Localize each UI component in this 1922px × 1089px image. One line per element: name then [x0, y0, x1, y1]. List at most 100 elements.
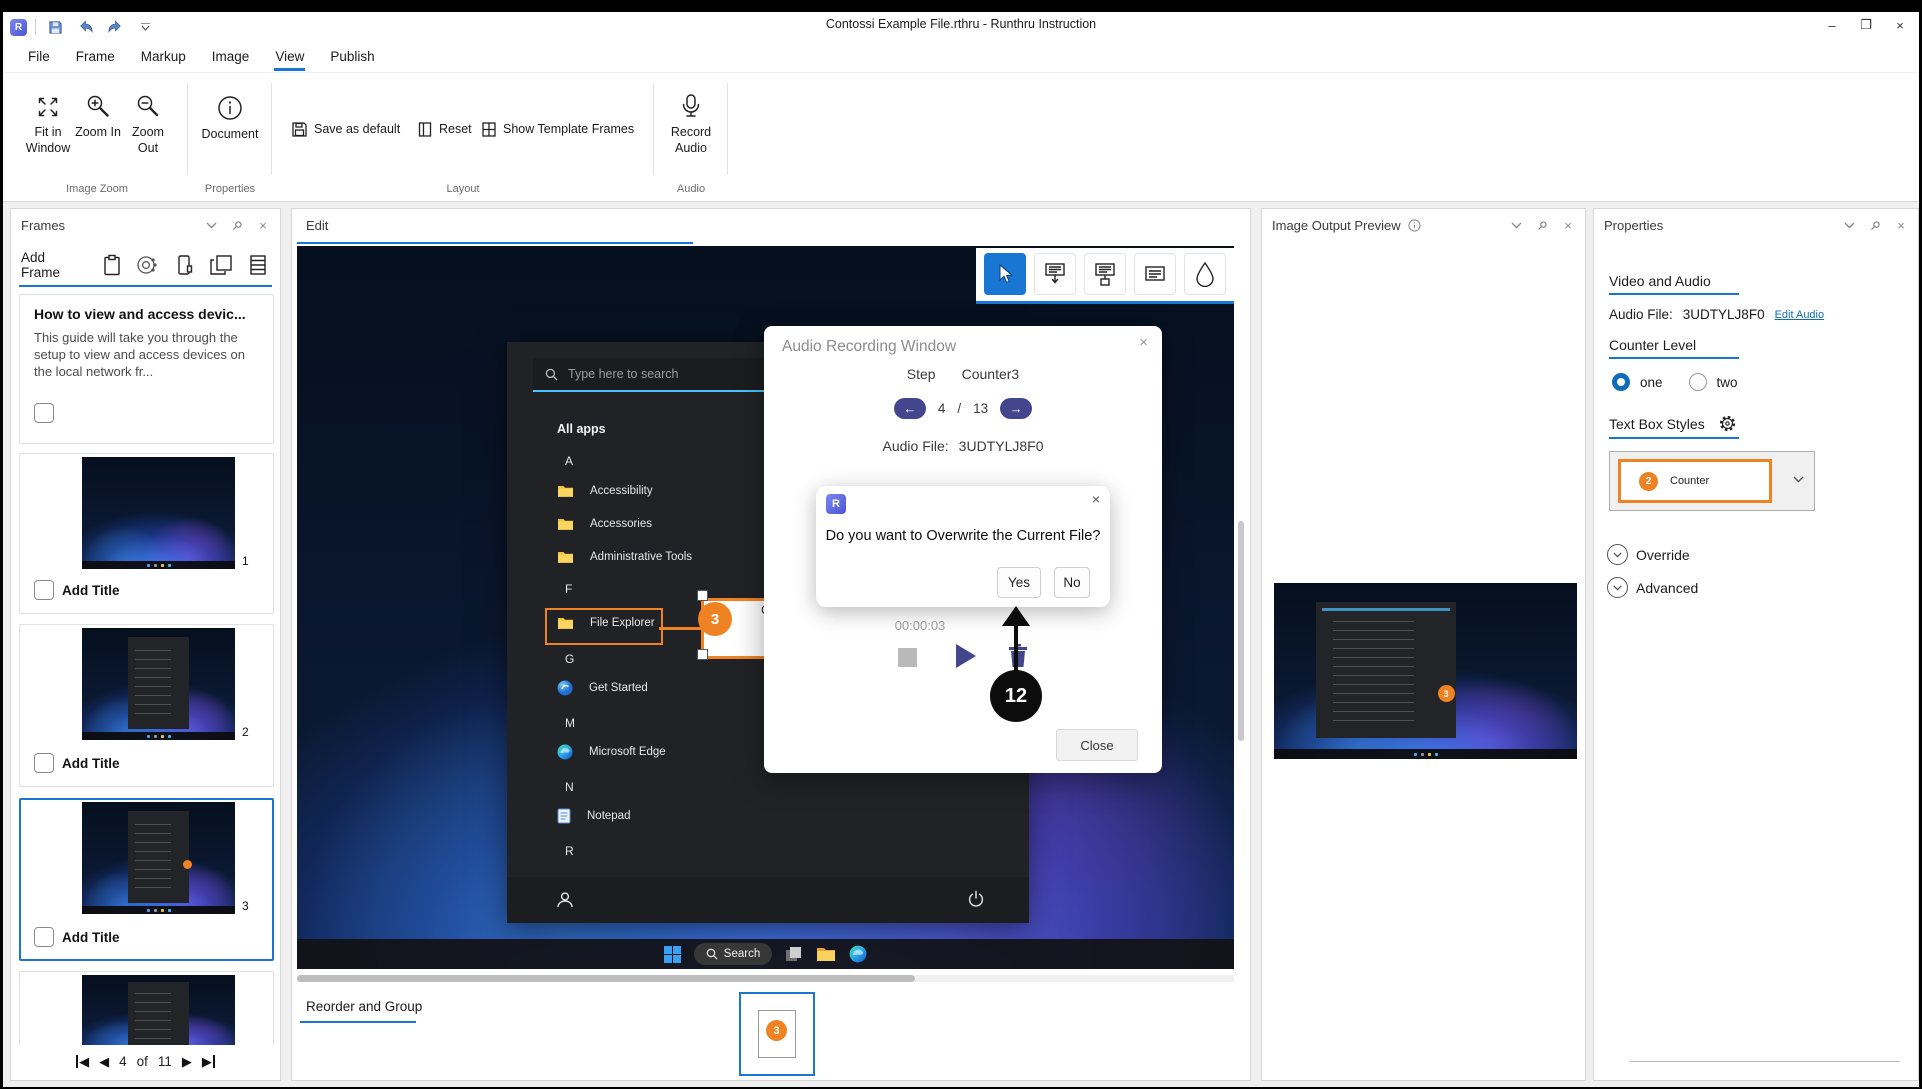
select-tool-button[interactable] [984, 253, 1026, 295]
edge-taskbar-button[interactable] [849, 945, 867, 963]
app-item-microsoft-edge[interactable]: Microsoft Edge [557, 744, 666, 760]
dialog-close-button[interactable]: Close [1056, 729, 1138, 761]
selection-handle[interactable] [697, 590, 708, 601]
next-step-button[interactable]: → [1000, 398, 1032, 419]
taskbar-search[interactable]: Search [694, 943, 772, 965]
frame-card-3-selected[interactable]: 3 Add Title [19, 798, 274, 961]
file-explorer-taskbar-button[interactable] [816, 946, 836, 962]
previous-step-button[interactable]: ← [894, 398, 926, 419]
audio-recording-dialog[interactable]: Audio Recording Window × Step Counter3 ←… [764, 326, 1162, 773]
close-icon[interactable]: × [256, 219, 270, 233]
edit-canvas[interactable]: Type here to search All apps A Accessibi… [297, 246, 1234, 969]
app-item-get-started[interactable]: Get Started [557, 680, 648, 696]
advanced-section-toggle[interactable]: Advanced [1607, 577, 1698, 598]
textbox-callout-tool-button[interactable] [1084, 253, 1126, 295]
delete-recording-button[interactable] [1007, 642, 1029, 668]
show-template-frames-button[interactable]: Show Template Frames [477, 115, 638, 143]
horizontal-scrollbar[interactable] [297, 975, 1234, 982]
letter-header[interactable]: R [565, 844, 574, 858]
app-item-administrative-tools[interactable]: Administrative Tools [557, 550, 692, 564]
textbox-tool-button[interactable] [1134, 253, 1176, 295]
chevron-down-icon[interactable] [1793, 476, 1804, 483]
reset-layout-button[interactable]: Reset [413, 115, 476, 143]
start-button[interactable] [664, 946, 681, 963]
task-view-button[interactable] [785, 946, 803, 962]
reorder-group-label[interactable]: Reorder and Group [306, 999, 422, 1014]
app-item-accessories[interactable]: Accessories [557, 517, 652, 531]
list-frame-button[interactable] [246, 252, 270, 278]
frame-card-2[interactable]: 2 Add Title [19, 624, 274, 787]
next-page-button[interactable]: ▶ [182, 1055, 192, 1068]
first-page-button[interactable]: ◀ [76, 1055, 89, 1068]
blur-tool-button[interactable] [1184, 253, 1226, 295]
no-button[interactable]: No [1054, 567, 1090, 598]
record-audio-button[interactable]: Record Audio [664, 85, 718, 171]
fit-in-window-button[interactable]: Fit in Window [21, 85, 75, 171]
menu-file[interactable]: File [17, 44, 61, 69]
close-icon[interactable]: × [1561, 219, 1575, 233]
override-section-toggle[interactable]: Override [1607, 544, 1690, 565]
text-box-style-dropdown[interactable]: 2 Counter [1609, 451, 1815, 511]
add-title-checkbox[interactable] [34, 753, 54, 773]
overwrite-message: Do you want to Overwrite the Current Fil… [816, 528, 1110, 544]
app-item-notepad[interactable]: Notepad [557, 808, 630, 824]
selection-handle[interactable] [697, 649, 708, 660]
overwrite-prompt-dialog[interactable]: R × Do you want to Overwrite the Current… [816, 486, 1110, 607]
mini-callout-dot [183, 860, 192, 869]
pin-icon[interactable] [1868, 219, 1882, 233]
frame-card-intro[interactable]: How to view and access devic... This gui… [19, 294, 274, 444]
yes-button[interactable]: Yes [997, 567, 1041, 598]
counter-level-two-radio[interactable] [1689, 373, 1707, 391]
close-icon[interactable]: × [1139, 334, 1148, 351]
user-profile-button[interactable] [555, 890, 575, 910]
document-properties-button[interactable]: Document [199, 85, 261, 171]
edit-audio-link[interactable]: Edit Audio [1775, 309, 1825, 321]
previous-page-button[interactable]: ◀ [99, 1055, 109, 1068]
minimize-button[interactable]: – [1815, 12, 1849, 38]
chevron-down-icon[interactable] [1509, 219, 1523, 233]
pin-icon[interactable] [230, 219, 244, 233]
frame-card-4-partial[interactable] [19, 971, 274, 1048]
counter-level-one-radio[interactable] [1612, 373, 1630, 391]
menu-view[interactable]: View [264, 44, 315, 69]
zoom-in-button[interactable]: Zoom In [75, 85, 121, 171]
maximize-button[interactable]: ❐ [1849, 12, 1883, 38]
letter-header[interactable]: A [565, 454, 573, 468]
menu-publish[interactable]: Publish [319, 44, 385, 69]
app-item-accessibility[interactable]: Accessibility [557, 484, 653, 498]
menu-image[interactable]: Image [201, 44, 261, 69]
chevron-down-icon[interactable] [1842, 219, 1856, 233]
menu-markup[interactable]: Markup [130, 44, 197, 69]
frame-card-1[interactable]: 1 Add Title [19, 453, 274, 614]
pin-icon[interactable] [1535, 219, 1549, 233]
menu-frame[interactable]: Frame [65, 44, 126, 69]
close-icon[interactable]: × [1894, 219, 1908, 233]
paste-frame-button[interactable] [100, 252, 124, 278]
text-box-styles-settings-button[interactable] [1719, 415, 1736, 432]
save-as-default-button[interactable]: Save as default [287, 115, 404, 143]
blank-frame-button[interactable] [209, 252, 233, 278]
group-thumbnail-selected[interactable]: 3 [739, 992, 815, 1076]
letter-header[interactable]: M [565, 716, 575, 730]
letter-header[interactable]: F [565, 582, 572, 596]
play-button[interactable] [956, 644, 976, 668]
device-frame-button[interactable] [173, 252, 197, 278]
power-button[interactable] [967, 890, 985, 908]
letter-header[interactable]: N [565, 780, 574, 794]
capture-frame-button[interactable] [136, 252, 160, 278]
textbox-arrow-tool-button[interactable] [1034, 253, 1076, 295]
last-page-button[interactable]: ▶ [202, 1055, 215, 1068]
close-icon[interactable]: × [1092, 491, 1100, 507]
add-title-checkbox[interactable] [34, 580, 54, 600]
zoom-out-button[interactable]: Zoom Out [125, 85, 171, 171]
stop-button[interactable] [898, 648, 917, 667]
letter-header[interactable]: G [565, 652, 574, 666]
app-item-file-explorer[interactable]: File Explorer [557, 616, 655, 630]
frame-intro-checkbox[interactable] [34, 403, 54, 423]
vertical-scrollbar-thumb[interactable] [1238, 521, 1244, 741]
add-title-checkbox[interactable] [34, 927, 54, 947]
horizontal-scrollbar-thumb[interactable] [297, 975, 915, 982]
chevron-down-icon[interactable] [204, 219, 218, 233]
edit-tab[interactable]: Edit [306, 218, 328, 233]
close-button[interactable]: × [1883, 12, 1917, 38]
